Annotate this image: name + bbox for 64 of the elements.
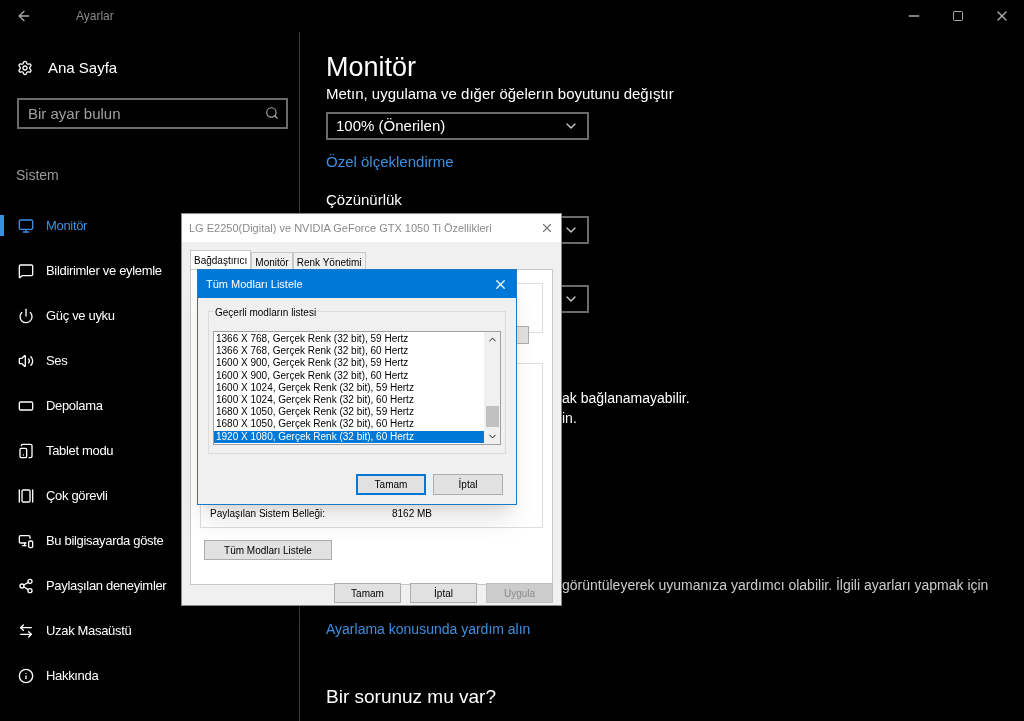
speaker-icon: [18, 352, 34, 369]
note-text: in.: [562, 409, 577, 428]
page-heading: Monitör: [326, 51, 417, 84]
section-heading: Sistem: [16, 166, 60, 185]
note-text: ak bağlanamayabilir.: [562, 389, 690, 408]
monitor-icon: [18, 217, 34, 234]
group-label: Geçerli modların listesi: [214, 305, 318, 320]
tab[interactable]: Monitör: [251, 252, 293, 269]
window-title: Ayarlar: [76, 8, 114, 25]
scale-label: Metın, uygulama ve dığer öğelerın boyutunu değıştır: [326, 84, 674, 104]
sidebar-item[interactable]: Ses: [0, 338, 180, 383]
sidebar-item[interactable]: Uzak Masaüstü: [0, 608, 180, 653]
share-icon: [18, 577, 34, 594]
tablet-icon: [18, 442, 34, 459]
sidebar-item[interactable]: Depolama: [0, 383, 180, 428]
dialog-title: LG E2250(Digital) ve NVIDIA GeForce GTX 1050 Ti Özellikleri: [189, 220, 492, 236]
search-field[interactable]: Bir ayar bulun: [17, 98, 288, 129]
dialog-button[interactable]: Tamam: [334, 583, 401, 603]
settings-icon: [17, 60, 33, 76]
help-link[interactable]: Ayarlama konusunda yardım alın: [326, 619, 531, 639]
speech-bubble-icon: [18, 262, 34, 279]
mode-item[interactable]: 1600 X 1024, Gerçek Renk (32 bit), 60 Hertz: [214, 394, 484, 407]
sidebar-item[interactable]: Bu bilgisayarda göste: [0, 518, 180, 563]
power-icon: [18, 307, 34, 324]
dialog-button[interactable]: Tamam: [356, 474, 426, 495]
mode-item[interactable]: 1600 X 1024, Gerçek Renk (32 bit), 59 Hertz: [214, 381, 484, 394]
sidebar-item[interactable]: Paylaşılan deneyimler: [0, 563, 180, 608]
mode-item[interactable]: 1680 X 1050, Gerçek Renk (32 bit), 60 Hertz: [214, 418, 484, 431]
list-all-modes-button[interactable]: Tüm Modları Listele: [204, 540, 332, 560]
mode-item[interactable]: 1600 X 900, Gerçek Renk (32 bit), 60 Hertz: [214, 369, 484, 382]
night-light-text: görüntüleyerek uyumanıza yardımcı olabilir. İlgili ayarları yapmak için: [562, 576, 989, 595]
back-icon[interactable]: [16, 8, 32, 24]
mode-item[interactable]: 1366 X 768, Gerçek Renk (32 bit), 59 Hertz: [214, 333, 484, 346]
close-icon[interactable]: [540, 221, 554, 235]
tab[interactable]: Renk Yönetimi: [292, 252, 366, 269]
scroll-thumb[interactable]: [485, 405, 499, 427]
mode-item[interactable]: 1920 X 1080, Gerçek Renk (32 bit), 60 Hertz: [214, 430, 484, 443]
mode-item[interactable]: 1680 X 1050, Gerçek Renk (32 bit), 59 Hertz: [214, 406, 484, 419]
question-heading: Bir sorunuz mu var?: [326, 685, 496, 709]
sidebar-item[interactable]: Hakkında: [0, 653, 180, 698]
search-icon: [265, 106, 279, 120]
dialog-title: Tüm Modları Listele: [206, 276, 303, 292]
home-link[interactable]: Ana Sayfa: [48, 56, 118, 80]
dialog-button[interactable]: İptal: [410, 583, 477, 603]
custom-scaling-link[interactable]: Özel ölçeklendirme: [326, 152, 454, 172]
sidebar-item[interactable]: Tablet modu: [0, 428, 180, 473]
shared-memory-label: Paylaşılan Sistem Belleği:: [210, 507, 327, 521]
screens-icon: [18, 532, 34, 549]
info-icon: [18, 667, 34, 684]
scale-dropdown[interactable]: 100% (Önerilen): [326, 112, 589, 140]
scrollbar[interactable]: [484, 332, 500, 444]
maximize-icon[interactable]: [952, 10, 964, 22]
sidebar-item[interactable]: Bildirimler ve eylemle: [0, 248, 180, 293]
windows-icon: [18, 487, 34, 504]
mode-item[interactable]: 1600 X 900, Gerçek Renk (32 bit), 59 Hertz: [214, 357, 484, 370]
resolution-label: Çözünürlük: [326, 190, 402, 210]
sidebar-item[interactable]: Çok görevli: [0, 473, 180, 518]
arrows-icon: [18, 622, 34, 639]
shared-memory-value: 8162 MB: [392, 507, 433, 521]
sidebar-item[interactable]: Güç ve uyku: [0, 293, 180, 338]
mode-item[interactable]: 1366 X 768, Gerçek Renk (32 bit), 60 Hertz: [214, 345, 484, 358]
dialog-button[interactable]: İptal: [433, 474, 503, 495]
tab[interactable]: Bağdaştırıcı: [190, 250, 252, 269]
sidebar-item[interactable]: Monitör: [0, 203, 180, 248]
